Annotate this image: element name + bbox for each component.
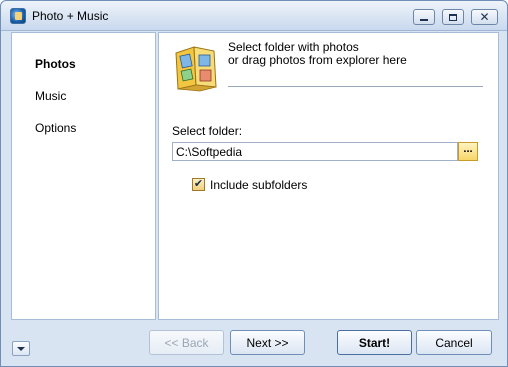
maximize-icon xyxy=(449,13,457,21)
checkmark-icon: ✔ xyxy=(193,178,204,190)
photo-album-icon xyxy=(175,46,217,92)
minimize-button[interactable] xyxy=(413,9,435,25)
title-bar[interactable]: Photo + Music ✕ xyxy=(1,1,507,31)
sidebar-item-photos[interactable]: Photos xyxy=(35,57,76,71)
maximize-button[interactable] xyxy=(442,9,464,25)
sidebar: Photos Music Options xyxy=(11,32,156,320)
select-folder-label: Select folder: xyxy=(172,124,243,138)
close-icon: ✕ xyxy=(479,10,490,24)
close-button[interactable]: ✕ xyxy=(471,9,498,25)
include-subfolders-checkbox[interactable]: ✔ xyxy=(192,178,205,191)
start-button[interactable]: Start! xyxy=(337,330,412,355)
next-button[interactable]: Next >> xyxy=(230,330,305,355)
sidebar-item-music[interactable]: Music xyxy=(35,89,66,103)
include-subfolders-label[interactable]: Include subfolders xyxy=(210,178,307,192)
options-dropdown-button[interactable] xyxy=(12,341,30,356)
cancel-button[interactable]: Cancel xyxy=(416,330,492,355)
browse-folder-button[interactable]: ... xyxy=(458,142,478,161)
header-divider xyxy=(228,86,483,87)
window-title: Photo + Music xyxy=(32,9,109,23)
back-button[interactable]: << Back xyxy=(149,330,224,355)
app-icon xyxy=(10,8,26,24)
chevron-down-icon xyxy=(17,346,25,351)
sidebar-item-options[interactable]: Options xyxy=(35,121,76,135)
header-instruction-line1: Select folder with photos xyxy=(228,40,359,54)
minimize-icon xyxy=(420,18,428,21)
main-panel: Select folder with photos or drag photos… xyxy=(158,32,499,320)
app-window: Photo + Music ✕ Photos Music Options Sel… xyxy=(0,0,508,367)
folder-path-input[interactable] xyxy=(172,142,458,161)
header-instruction-line2: or drag photos from explorer here xyxy=(228,53,407,67)
